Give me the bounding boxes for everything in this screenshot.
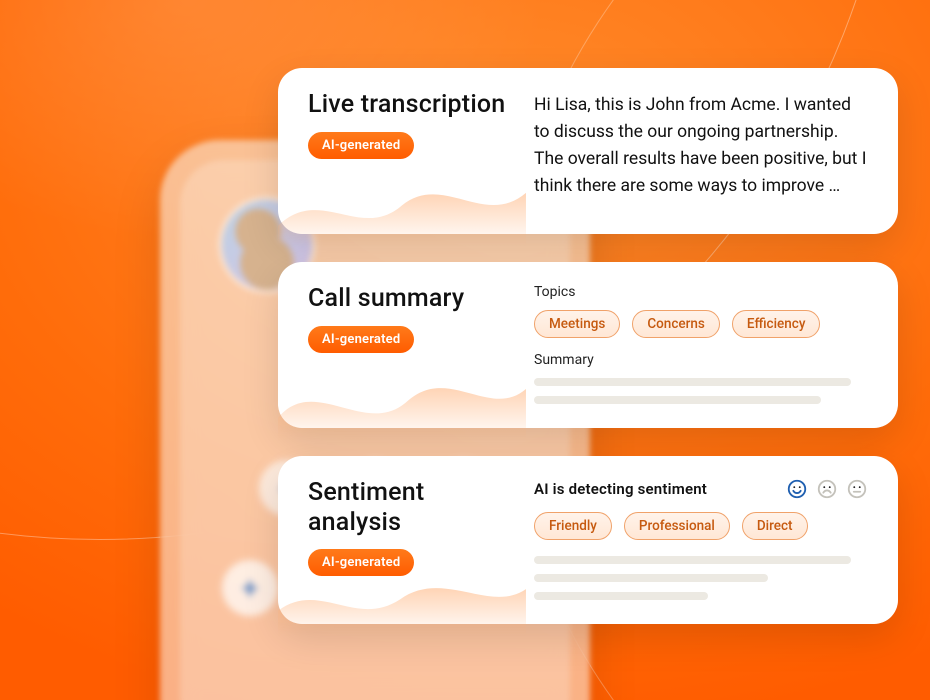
sentiment-chip[interactable]: Direct <box>742 512 808 540</box>
canvas: + Live transcription AI-generated Hi Lis… <box>0 0 930 700</box>
sad-face-icon[interactable] <box>816 478 838 500</box>
topic-chip[interactable]: Concerns <box>632 310 720 338</box>
topic-chip[interactable]: Efficiency <box>732 310 821 338</box>
neutral-face-icon[interactable] <box>846 478 868 500</box>
sentiment-header-row: AI is detecting sentiment <box>534 478 868 500</box>
add-call-button[interactable]: + <box>222 560 278 616</box>
sentiment-skeleton <box>534 556 868 600</box>
transcription-text: Hi Lisa, this is John from Acme. I wante… <box>534 90 868 201</box>
card-header: Sentiment analysis AI-generated <box>308 478 516 600</box>
sentiment-card: Sentiment analysis AI-generated AI is de… <box>278 456 898 624</box>
summary-label: Summary <box>534 352 868 368</box>
sentiment-chips: Friendly Professional Direct <box>534 512 868 540</box>
ai-generated-badge: AI-generated <box>308 132 414 159</box>
skeleton-line <box>534 556 851 564</box>
add-row: + <box>222 560 278 616</box>
skeleton-line <box>534 592 708 600</box>
sentiment-chip[interactable]: Friendly <box>534 512 612 540</box>
skeleton-line <box>534 574 768 582</box>
card-body: AI is detecting sentiment F <box>534 478 868 600</box>
skeleton-line <box>534 396 821 404</box>
wave-icon <box>278 164 526 247</box>
card-title: Sentiment analysis <box>308 478 516 537</box>
wave-decoration <box>278 164 526 234</box>
skeleton-line <box>534 378 851 386</box>
cards-stack: Live transcription AI-generated Hi Lisa,… <box>278 68 898 624</box>
ai-generated-badge: AI-generated <box>308 549 414 576</box>
card-header: Call summary AI-generated <box>308 284 516 404</box>
topics-label: Topics <box>534 284 868 300</box>
topics-chips: Meetings Concerns Efficiency <box>534 310 868 338</box>
card-title: Live transcription <box>308 90 516 120</box>
call-summary-card: Call summary AI-generated Topics Meeting… <box>278 262 898 428</box>
topic-chip[interactable]: Meetings <box>534 310 620 338</box>
wave-decoration <box>278 358 526 428</box>
plus-icon: + <box>242 572 258 605</box>
sentiment-chip[interactable]: Professional <box>624 512 730 540</box>
card-body: Topics Meetings Concerns Efficiency Summ… <box>534 284 868 404</box>
sentiment-faces <box>786 478 868 500</box>
ai-generated-badge: AI-generated <box>308 326 414 353</box>
live-transcription-card: Live transcription AI-generated Hi Lisa,… <box>278 68 898 234</box>
happy-face-icon[interactable] <box>786 478 808 500</box>
sentiment-status: AI is detecting sentiment <box>534 480 707 498</box>
wave-icon <box>278 358 526 441</box>
summary-skeleton <box>534 378 868 404</box>
card-header: Live transcription AI-generated <box>308 90 516 210</box>
card-title: Call summary <box>308 284 516 314</box>
card-body: Hi Lisa, this is John from Acme. I wante… <box>534 90 868 210</box>
